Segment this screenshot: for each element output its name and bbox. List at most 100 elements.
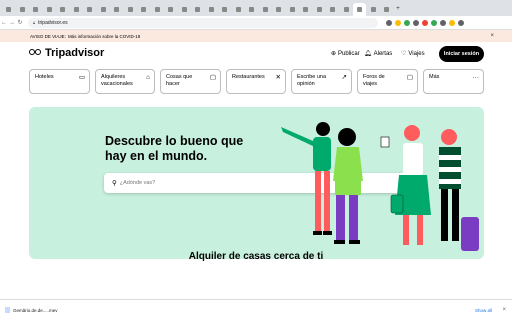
alerts-label: Alertas	[373, 50, 393, 57]
browser-tab[interactable]	[56, 3, 69, 16]
browser-tab[interactable]	[313, 3, 326, 16]
favicon-icon	[370, 7, 376, 12]
favicon-icon	[181, 7, 187, 12]
category-label: opinión	[297, 81, 315, 87]
category-hotels[interactable]: Hoteles ▭	[29, 69, 90, 94]
hero-banner: Descubre lo bueno que hay en el mundo. ⚲…	[29, 107, 484, 259]
extensions	[386, 19, 464, 26]
category-label: Cosas que	[166, 74, 193, 80]
download-filename: Gemârio.de.de.....mev	[13, 307, 58, 313]
publish-link[interactable]: ⊕ Publicar	[331, 50, 360, 58]
close-icon[interactable]: ×	[490, 33, 494, 39]
file-icon	[5, 307, 10, 313]
travel-advisory-banner: AVISO DE VIAJE: Más información sobre la…	[0, 30, 512, 42]
browser-tab[interactable]	[70, 3, 83, 16]
browser-tab[interactable]	[205, 3, 218, 16]
browser-tab[interactable]	[232, 3, 245, 16]
browser-tab[interactable]	[83, 3, 96, 16]
cutlery-icon: ✕	[275, 74, 281, 81]
publish-label: Publicar	[338, 50, 360, 57]
favicon-icon	[330, 7, 335, 12]
extension-icon[interactable]	[413, 19, 419, 26]
plus-circle-icon: ⊕	[331, 51, 337, 57]
category-write-review[interactable]: Escribe una opinión ↗	[291, 69, 352, 94]
travelers-illustration	[281, 122, 479, 251]
extension-icon[interactable]	[404, 19, 410, 26]
browser-toolbar: ← → ↻ 🔒︎ tripadvisor.es	[0, 16, 512, 30]
favicon-icon	[249, 7, 254, 12]
share-icon[interactable]	[386, 19, 392, 26]
browser-tab[interactable]	[43, 3, 56, 16]
close-icon[interactable]: ×	[502, 307, 506, 313]
owl-logo-icon	[29, 48, 42, 58]
browser-tab[interactable]	[272, 3, 285, 16]
avatar[interactable]	[449, 19, 455, 26]
hero-title-line: Descubre lo bueno que	[105, 134, 244, 148]
download-item[interactable]: Gemârio.de.de.....mev	[5, 307, 58, 313]
browser-tab[interactable]	[137, 3, 150, 16]
tripadvisor-logo[interactable]: Tripadvisor	[29, 47, 104, 59]
category-label: vacacionales	[101, 81, 133, 87]
alerts-link[interactable]: 🔔︎ Alertas	[364, 50, 393, 58]
category-travel-forums[interactable]: Foros de viajes ▢	[357, 69, 418, 94]
favicon-icon	[46, 7, 52, 12]
address-bar[interactable]: 🔒︎ tripadvisor.es	[28, 17, 378, 28]
favicon-icon	[33, 7, 38, 12]
favicon-icon	[60, 7, 65, 12]
star-icon[interactable]	[395, 19, 401, 26]
hero-title-line: hay en el mundo.	[105, 149, 208, 163]
browser-tab[interactable]	[110, 3, 123, 16]
browser-tab[interactable]	[245, 3, 258, 16]
browser-tab[interactable]	[191, 3, 204, 16]
favicon-icon	[276, 7, 281, 12]
browser-tab[interactable]	[259, 3, 272, 16]
trips-link[interactable]: ♡ Viajes	[401, 50, 425, 58]
browser-tab[interactable]	[340, 3, 353, 16]
category-label: Alquileres	[101, 74, 126, 80]
back-icon[interactable]: ←	[0, 20, 8, 26]
browser-tab[interactable]	[16, 3, 29, 16]
new-tab-button[interactable]: +	[394, 3, 403, 16]
favicon-icon	[168, 7, 173, 12]
category-restaurants[interactable]: Restaurantes ✕	[226, 69, 286, 94]
house-icon: ⌂	[146, 74, 150, 81]
browser-tab[interactable]	[367, 3, 380, 16]
ticket-icon: ▢	[209, 74, 216, 81]
browser-tab[interactable]	[29, 3, 42, 16]
hero-title: Descubre lo bueno que hay en el mundo.	[105, 134, 255, 164]
logo-text: Tripadvisor	[45, 47, 105, 59]
reload-icon[interactable]: ↻	[16, 19, 24, 26]
bell-icon: 🔔︎	[364, 51, 372, 57]
show-all-button[interactable]: Show all	[475, 308, 492, 313]
extension-icon[interactable]	[422, 19, 428, 26]
category-label: Hoteles	[35, 74, 54, 80]
browser-tab[interactable]	[97, 3, 110, 16]
browser-tab[interactable]	[124, 3, 137, 16]
site-header: Tripadvisor ⊕ Publicar 🔔︎ Alertas ♡ Viaj…	[0, 42, 512, 66]
category-things-to-do[interactable]: Cosas que hacer ▢	[160, 69, 221, 94]
forward-icon[interactable]: →	[8, 20, 16, 26]
browser-tab[interactable]	[218, 3, 231, 16]
puzzle-icon[interactable]	[440, 19, 446, 26]
favicon-icon	[19, 7, 25, 12]
category-vacation-rentals[interactable]: Alquileres vacacionales ⌂	[95, 69, 155, 94]
category-label: Escribe una	[297, 74, 327, 80]
menu-icon[interactable]	[458, 19, 464, 26]
browser-tab[interactable]	[178, 3, 191, 16]
browser-tab[interactable]	[164, 3, 177, 16]
category-more[interactable]: Más ···	[423, 69, 484, 94]
banner-link[interactable]: Más información sobre la COVID-19	[68, 34, 140, 39]
browser-tab[interactable]	[326, 3, 339, 16]
extension-icon[interactable]	[431, 19, 437, 26]
browser-tab[interactable]	[2, 3, 15, 16]
browser-tab[interactable]	[299, 3, 312, 16]
browser-tab[interactable]	[286, 3, 299, 16]
favicon-icon	[316, 7, 322, 12]
browser-tab[interactable]	[353, 3, 366, 16]
favicon-icon	[127, 7, 133, 12]
login-button[interactable]: Iniciar sesión	[439, 46, 484, 62]
browser-tab[interactable]	[151, 3, 164, 16]
favicon-icon	[73, 7, 79, 12]
browser-tab[interactable]	[380, 3, 393, 16]
favicon-icon	[235, 7, 241, 12]
